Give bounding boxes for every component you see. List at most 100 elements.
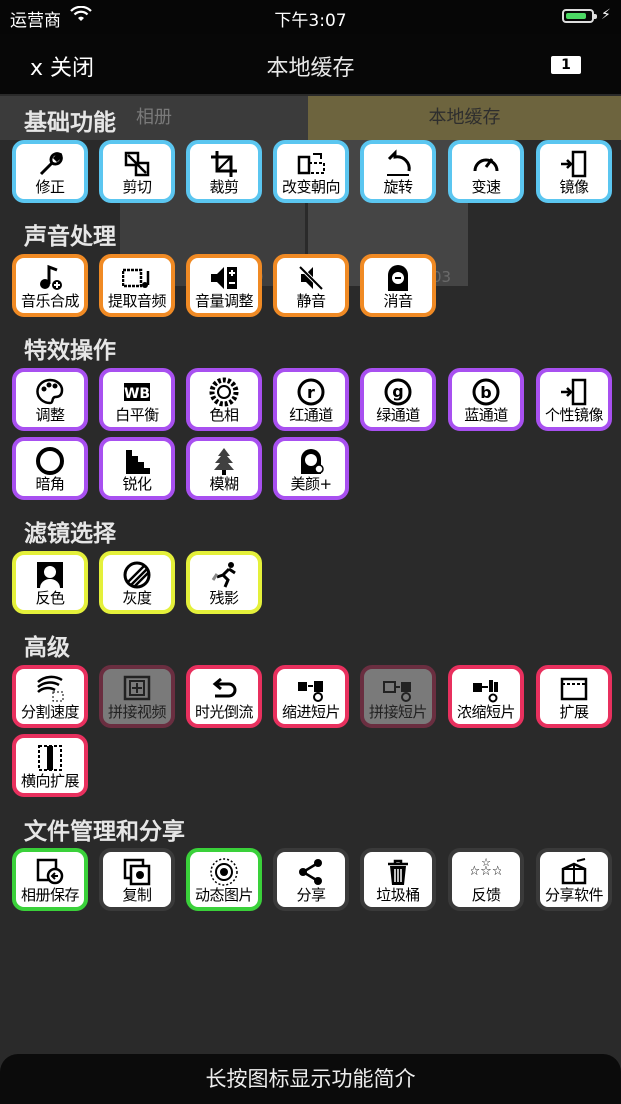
section-title: 滤镜选择 xyxy=(24,521,116,547)
tool-label: 镜像 xyxy=(559,178,589,196)
tool-button-join-video[interactable]: 拼接视频 xyxy=(99,665,175,728)
tool-button-b-channel[interactable]: b 蓝通道 xyxy=(448,368,524,431)
tool-button-copy[interactable]: 复制 xyxy=(99,848,175,911)
tool-label: 蓝通道 xyxy=(464,406,508,424)
tool-button-trash[interactable]: 垃圾桶 xyxy=(360,848,436,911)
tool-button-volume-adjust[interactable]: 音量调整 xyxy=(186,254,262,317)
section-title: 高级 xyxy=(24,635,70,661)
tool-label: 反色 xyxy=(35,589,65,607)
tool-label: 复制 xyxy=(122,886,152,904)
tool-label: 静音 xyxy=(296,292,326,310)
tool-button-share[interactable]: 分享 xyxy=(273,848,349,911)
tool-label: 调整 xyxy=(35,406,65,424)
tool-label: 暗角 xyxy=(35,475,65,493)
tool-label: 旋转 xyxy=(383,178,413,196)
tool-button-g-channel[interactable]: g 绿通道 xyxy=(360,368,436,431)
section-title: 特效操作 xyxy=(24,338,116,364)
tool-label: 拼接视频 xyxy=(107,703,167,721)
tool-label: 分享软件 xyxy=(544,886,604,904)
tool-button-film-music[interactable]: 提取音频 xyxy=(99,254,175,317)
tool-button-crop[interactable]: 裁剪 xyxy=(186,140,262,203)
tool-button-mute[interactable]: 静音 xyxy=(273,254,349,317)
tool-button-split-speed[interactable]: 分割速度 xyxy=(12,665,88,728)
tool-label: 灰度 xyxy=(122,589,152,607)
tool-button-white-balance[interactable]: WB 白平衡 xyxy=(99,368,175,431)
tool-button-cut-frame[interactable]: 剪切 xyxy=(99,140,175,203)
svg-text:WB: WB xyxy=(124,386,150,402)
tool-button-r-channel[interactable]: r 红通道 xyxy=(273,368,349,431)
tool-button-orientation[interactable]: 改变朝向 xyxy=(273,140,349,203)
tool-label: 修正 xyxy=(35,178,65,196)
tool-button-rotate[interactable]: 旋转 xyxy=(360,140,436,203)
svg-text:g: g xyxy=(392,382,403,401)
tool-button-stars-feedback[interactable]: ☆☆☆☆反馈 xyxy=(448,848,524,911)
background-tab-local-cache: 本地缓存 xyxy=(308,96,621,140)
hint-footer: 长按图标显示功能简介 xyxy=(0,1054,621,1104)
section-title: 基础功能 xyxy=(24,110,116,136)
tool-label: 提取音频 xyxy=(107,292,167,310)
tool-button-join-clip[interactable]: 拼接短片 xyxy=(360,665,436,728)
svg-text:r: r xyxy=(307,383,315,402)
status-bar: 运营商 下午3:07 ⚡ xyxy=(0,0,621,34)
tool-label: 绿通道 xyxy=(376,406,420,424)
tool-label: 时光倒流 xyxy=(194,703,254,721)
tool-button-wrench[interactable]: 修正 xyxy=(12,140,88,203)
tool-label: 改变朝向 xyxy=(281,178,341,196)
tool-label: 色相 xyxy=(209,406,239,424)
tool-button-shrink-clip[interactable]: 缩进短片 xyxy=(273,665,349,728)
tool-button-blur-tree[interactable]: 模糊 xyxy=(186,437,262,500)
tool-label: 动态图片 xyxy=(194,886,254,904)
tool-label: 相册保存 xyxy=(20,886,80,904)
cache-count-badge[interactable]: 1 xyxy=(551,56,581,74)
tool-button-mirror-door[interactable]: 镜像 xyxy=(536,140,612,203)
tool-button-expand[interactable]: 扩展 xyxy=(536,665,612,728)
tool-button-sharpen[interactable]: 锐化 xyxy=(99,437,175,500)
tool-button-afterimage[interactable]: 残影 xyxy=(186,551,262,614)
tool-button-palette[interactable]: 调整 xyxy=(12,368,88,431)
tool-button-reverse[interactable]: 时光倒流 xyxy=(186,665,262,728)
tool-label: 音量调整 xyxy=(194,292,254,310)
tool-label: 浓缩短片 xyxy=(456,703,516,721)
section-title: 声音处理 xyxy=(24,224,116,250)
tool-button-speedometer[interactable]: 变速 xyxy=(448,140,524,203)
tool-button-custom-mirror[interactable]: 个性镜像 xyxy=(536,368,612,431)
tool-label: 红通道 xyxy=(289,406,333,424)
tool-label: 个性镜像 xyxy=(544,406,604,424)
svg-text:b: b xyxy=(480,383,491,402)
tool-label: 横向扩展 xyxy=(20,772,80,790)
nav-bar: x 关闭 本地缓存 1 xyxy=(0,34,621,94)
tool-label: 音乐合成 xyxy=(20,292,80,310)
tool-button-music-add[interactable]: 音乐合成 xyxy=(12,254,88,317)
charging-icon: ⚡ xyxy=(601,7,611,23)
tool-label: 拼接短片 xyxy=(368,703,428,721)
tool-label: 消音 xyxy=(383,292,413,310)
section-title: 文件管理和分享 xyxy=(24,819,185,845)
battery-icon xyxy=(562,9,597,23)
tool-button-beauty[interactable]: 美颜+ xyxy=(273,437,349,500)
tool-button-hue-wheel[interactable]: 色相 xyxy=(186,368,262,431)
tool-label: 裁剪 xyxy=(209,178,239,196)
tool-label: 分享 xyxy=(296,886,326,904)
tool-button-invert-portrait[interactable]: 反色 xyxy=(12,551,88,614)
tool-label: 美颜+ xyxy=(290,475,332,493)
tool-label: 变速 xyxy=(471,178,501,196)
tool-button-vignette[interactable]: 暗角 xyxy=(12,437,88,500)
tool-label: 反馈 xyxy=(471,886,501,904)
tool-label: 锐化 xyxy=(122,475,152,493)
tool-label: 分割速度 xyxy=(20,703,80,721)
tool-label: 剪切 xyxy=(122,178,152,196)
tool-label: 白平衡 xyxy=(115,406,159,424)
tool-label: 扩展 xyxy=(559,703,589,721)
tool-button-grayscale[interactable]: 灰度 xyxy=(99,551,175,614)
tool-label: 残影 xyxy=(209,589,239,607)
tool-button-share-app-box[interactable]: 分享软件 xyxy=(536,848,612,911)
tool-button-album-save[interactable]: 相册保存 xyxy=(12,848,88,911)
page-title: 本地缓存 xyxy=(266,56,355,81)
tool-label: 缩进短片 xyxy=(281,703,341,721)
tool-button-silence-face[interactable]: 消音 xyxy=(360,254,436,317)
tool-label: 垃圾桶 xyxy=(376,886,420,904)
tool-button-live-photo[interactable]: 动态图片 xyxy=(186,848,262,911)
tool-button-condense-clip[interactable]: 浓缩短片 xyxy=(448,665,524,728)
tool-button-horizontal-expand[interactable]: 横向扩展 xyxy=(12,734,88,797)
svg-text:☆: ☆ xyxy=(481,857,491,869)
